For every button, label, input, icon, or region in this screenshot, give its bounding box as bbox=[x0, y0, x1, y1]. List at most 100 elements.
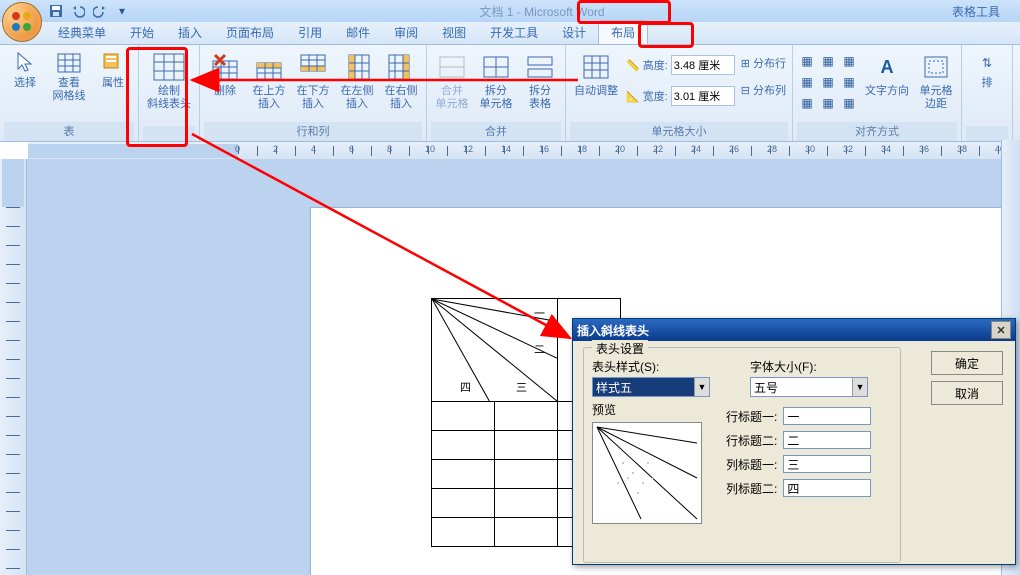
quick-access-toolbar: ▾ bbox=[46, 1, 132, 21]
view-gridlines-button[interactable]: 查看 网格线 bbox=[48, 49, 90, 105]
tab-pagelayout[interactable]: 页面布局 bbox=[214, 21, 286, 44]
window-title: 文档 1 - Microsoft Word bbox=[132, 3, 952, 20]
col1-label: 列标题一: bbox=[726, 456, 777, 473]
autofit-icon bbox=[580, 51, 612, 83]
select-button[interactable]: 选择 bbox=[4, 49, 46, 92]
align-tr-icon[interactable]: ▦ bbox=[839, 51, 859, 71]
draw-diagonal-header-button[interactable]: 绘制 斜线表头 bbox=[143, 49, 195, 113]
cursor-icon bbox=[13, 51, 37, 75]
preview-label: 预览 bbox=[592, 403, 616, 417]
fieldset-legend: 表头设置 bbox=[592, 340, 648, 357]
table-cell[interactable] bbox=[495, 402, 558, 431]
height-icon: 📏 bbox=[626, 59, 640, 72]
close-icon[interactable]: ✕ bbox=[991, 321, 1011, 339]
margins-icon bbox=[920, 51, 952, 83]
width-input[interactable] bbox=[671, 86, 735, 106]
diagonal-header-cell[interactable]: 一 二 三 四 bbox=[432, 299, 558, 402]
align-tc-icon[interactable]: ▦ bbox=[818, 51, 838, 71]
group-merge: 合并 单元格 拆分 单元格 拆分 表格 合并 bbox=[427, 45, 566, 141]
align-ml-icon[interactable]: ▦ bbox=[797, 72, 817, 92]
table-cell[interactable] bbox=[432, 431, 495, 460]
table-cell[interactable] bbox=[495, 431, 558, 460]
tab-developer[interactable]: 开发工具 bbox=[478, 21, 550, 44]
table-cell[interactable] bbox=[495, 518, 558, 547]
align-tl-icon[interactable]: ▦ bbox=[797, 51, 817, 71]
cell-margins-button[interactable]: 单元格 边距 bbox=[915, 49, 957, 113]
redo-icon[interactable] bbox=[90, 1, 110, 21]
insert-left-icon bbox=[341, 51, 373, 83]
table-cell[interactable] bbox=[432, 460, 495, 489]
split-table-icon bbox=[524, 51, 556, 83]
table-draw-icon bbox=[153, 51, 185, 83]
tab-layout[interactable]: 布局 bbox=[598, 20, 648, 44]
office-button[interactable] bbox=[2, 2, 42, 42]
merge-icon bbox=[436, 51, 468, 83]
sort-button-partial[interactable]: ⇅排 bbox=[966, 49, 1008, 92]
font-size-select[interactable]: 五号▼ bbox=[750, 377, 868, 397]
insert-above-button[interactable]: 在上方 插入 bbox=[248, 49, 290, 113]
col1-input[interactable] bbox=[783, 455, 871, 473]
group-table: 选择 查看 网格线 属性 表 bbox=[0, 45, 139, 141]
table-cell[interactable] bbox=[432, 402, 495, 431]
align-br-icon[interactable]: ▦ bbox=[839, 93, 859, 113]
dist-rows-icon: ⊞ bbox=[741, 57, 750, 70]
align-bc-icon[interactable]: ▦ bbox=[818, 93, 838, 113]
group-draw: 绘制 斜线表头 bbox=[139, 45, 200, 141]
tab-view[interactable]: 视图 bbox=[430, 21, 478, 44]
split-cells-button[interactable]: 拆分 单元格 bbox=[475, 49, 517, 113]
merge-cells-button[interactable]: 合并 单元格 bbox=[431, 49, 473, 113]
group-data-partial: ⇅排 bbox=[962, 45, 1013, 141]
dist-cols-icon: ⊟ bbox=[741, 84, 750, 97]
group-alignment: ▦▦▦ ▦▦▦ ▦▦▦ A文字方向 单元格 边距 对齐方式 bbox=[793, 45, 962, 141]
split-table-button[interactable]: 拆分 表格 bbox=[519, 49, 561, 113]
delete-icon bbox=[209, 51, 241, 83]
delete-button[interactable]: 删除 bbox=[204, 49, 246, 100]
insert-right-button[interactable]: 在右侧 插入 bbox=[380, 49, 422, 113]
cancel-button[interactable]: 取消 bbox=[931, 381, 1003, 405]
text-direction-button[interactable]: A文字方向 bbox=[861, 49, 913, 100]
qat-dropdown-icon[interactable]: ▾ bbox=[112, 1, 132, 21]
tab-references[interactable]: 引用 bbox=[286, 21, 334, 44]
tab-home[interactable]: 开始 bbox=[118, 21, 166, 44]
tab-mailings[interactable]: 邮件 bbox=[334, 21, 382, 44]
group-rows-cols: 删除 在上方 插入 在下方 插入 在左侧 插入 在右侧 插入 行和列 bbox=[200, 45, 427, 141]
col-width-field[interactable]: 📐宽度: bbox=[626, 86, 735, 106]
table-cell[interactable] bbox=[495, 460, 558, 489]
dialog-titlebar[interactable]: 插入斜线表头 ✕ bbox=[573, 319, 1015, 341]
distribute-cols-button[interactable]: ⊟分布列 bbox=[741, 82, 786, 98]
chevron-down-icon: ▼ bbox=[852, 378, 867, 396]
properties-button[interactable]: 属性 bbox=[92, 49, 134, 92]
ribbon: 选择 查看 网格线 属性 表 绘制 斜线表头 删除 在上方 插入 在下方 插入 … bbox=[0, 45, 1020, 142]
table-cell[interactable] bbox=[495, 489, 558, 518]
tab-design[interactable]: 设计 bbox=[550, 21, 598, 44]
align-mr-icon[interactable]: ▦ bbox=[839, 72, 859, 92]
row1-label: 行标题一: bbox=[726, 408, 777, 425]
tab-review[interactable]: 审阅 bbox=[382, 21, 430, 44]
width-icon: 📐 bbox=[626, 90, 640, 103]
autofit-button[interactable]: 自动调整 bbox=[570, 49, 622, 100]
row-height-field[interactable]: 📏高度: bbox=[626, 55, 735, 75]
split-icon bbox=[480, 51, 512, 83]
align-mc-icon[interactable]: ▦ bbox=[818, 72, 838, 92]
row2-label: 行标题二: bbox=[726, 432, 777, 449]
row2-input[interactable] bbox=[783, 431, 871, 449]
grid-icon bbox=[57, 51, 81, 75]
vertical-ruler[interactable] bbox=[0, 159, 27, 575]
row1-input[interactable] bbox=[783, 407, 871, 425]
tab-classic[interactable]: 经典菜单 bbox=[46, 21, 118, 44]
style-select[interactable]: 样式五▼ bbox=[592, 377, 710, 397]
align-bl-icon[interactable]: ▦ bbox=[797, 93, 817, 113]
insert-below-button[interactable]: 在下方 插入 bbox=[292, 49, 334, 113]
height-input[interactable] bbox=[671, 55, 735, 75]
save-icon[interactable] bbox=[46, 1, 66, 21]
col2-input[interactable] bbox=[783, 479, 871, 497]
chevron-down-icon: ▼ bbox=[694, 378, 709, 396]
tab-insert[interactable]: 插入 bbox=[166, 21, 214, 44]
table-cell[interactable] bbox=[432, 518, 495, 547]
ok-button[interactable]: 确定 bbox=[931, 351, 1003, 375]
distribute-rows-button[interactable]: ⊞分布行 bbox=[741, 55, 786, 71]
insert-left-button[interactable]: 在左侧 插入 bbox=[336, 49, 378, 113]
properties-icon bbox=[101, 51, 125, 75]
table-cell[interactable] bbox=[432, 489, 495, 518]
undo-icon[interactable] bbox=[68, 1, 88, 21]
